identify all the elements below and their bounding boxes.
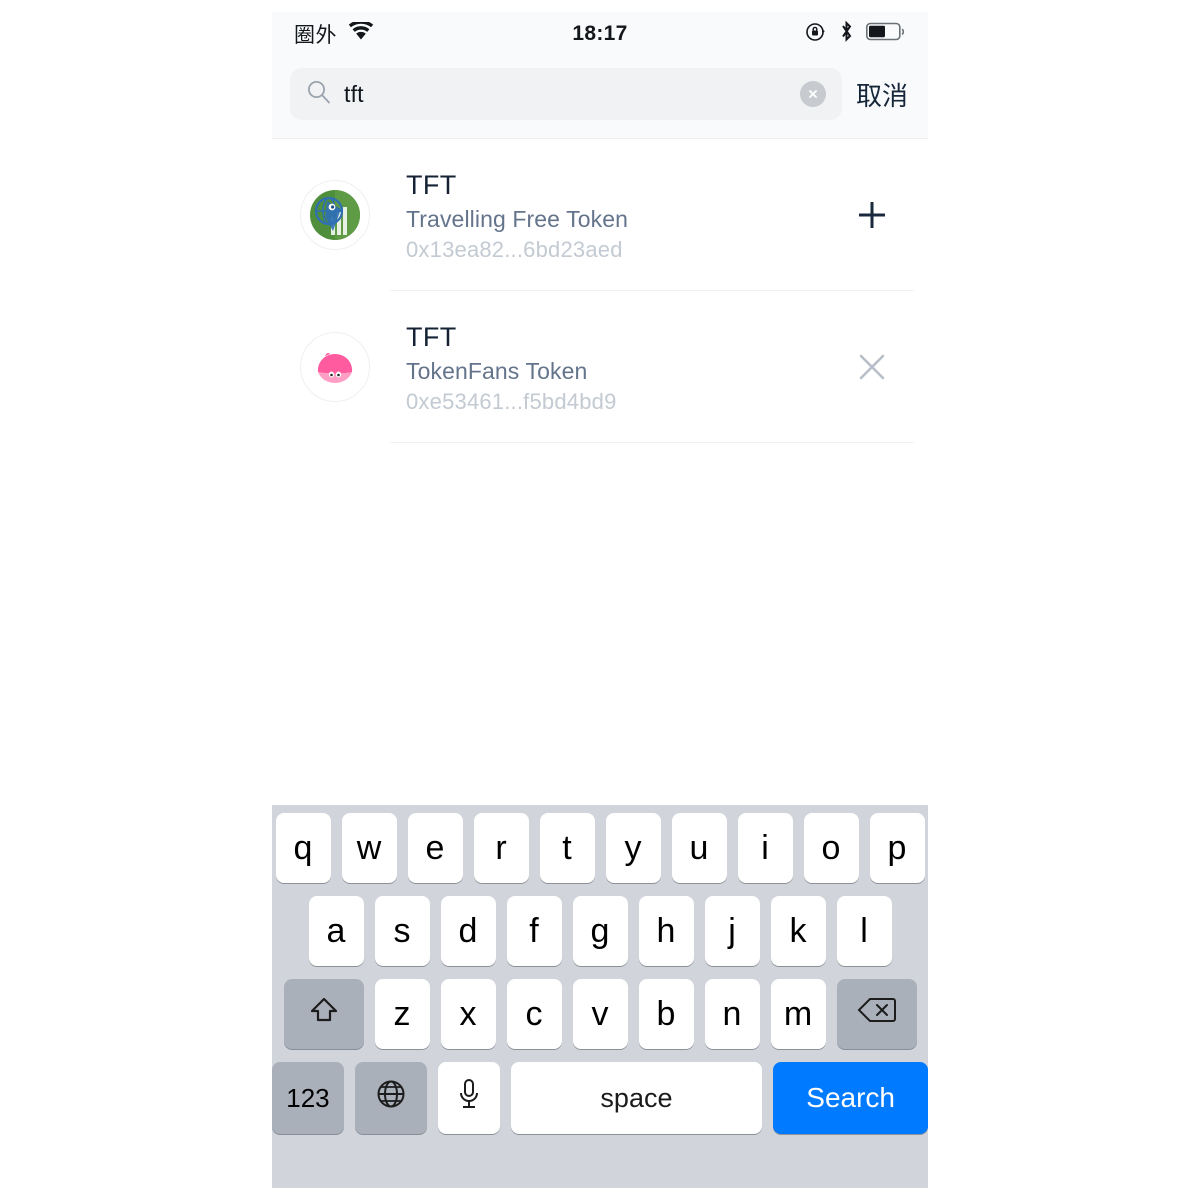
keyboard-row-1: q w e r t y u i o p xyxy=(272,813,928,883)
search-input-value: tft xyxy=(344,80,364,107)
token-name: Travelling Free Token xyxy=(406,205,628,232)
token-symbol: TFT xyxy=(406,170,457,201)
token-symbol: TFT xyxy=(406,322,457,353)
key-s[interactable]: s xyxy=(374,896,430,966)
token-address: 0x13ea82...6bd23aed xyxy=(406,236,623,262)
key-j[interactable]: j xyxy=(704,896,760,966)
table-row[interactable]: TFT TokenFans Token 0xe53461...f5bd4bd9 xyxy=(272,291,928,443)
key-a[interactable]: a xyxy=(308,896,364,966)
search-key[interactable]: Search xyxy=(773,1062,928,1134)
key-v[interactable]: v xyxy=(572,979,628,1049)
battery-icon xyxy=(866,22,906,47)
key-f[interactable]: f xyxy=(506,896,562,966)
backspace-icon xyxy=(857,995,897,1034)
key-u[interactable]: u xyxy=(671,813,727,883)
key-i[interactable]: i xyxy=(737,813,793,883)
key-r[interactable]: r xyxy=(473,813,529,883)
keyboard-row-2: a s d f g h j k l xyxy=(272,896,928,966)
numbers-key[interactable]: 123 xyxy=(272,1062,344,1134)
key-z[interactable]: z xyxy=(374,979,430,1049)
remove-token-button[interactable] xyxy=(842,337,902,397)
search-icon xyxy=(306,79,332,110)
key-t[interactable]: t xyxy=(539,813,595,883)
backspace-key[interactable] xyxy=(836,979,917,1049)
key-y[interactable]: y xyxy=(605,813,661,883)
key-b[interactable]: b xyxy=(638,979,694,1049)
row-divider xyxy=(390,442,914,443)
keyboard-row-3: z x c v b n m xyxy=(272,979,928,1049)
cancel-button[interactable]: 取消 xyxy=(856,76,910,113)
key-q[interactable]: q xyxy=(275,813,331,883)
token-results-list: TFT Travelling Free Token 0x13ea82...6bd… xyxy=(272,139,928,804)
globe-icon xyxy=(374,1077,408,1120)
phone-screen: 圈外 18:17 tft 取消 TFT Travelling Free Toke… xyxy=(272,12,928,1188)
search-input[interactable]: tft xyxy=(290,68,842,120)
token-info: TFT TokenFans Token 0xe53461...f5bd4bd9 xyxy=(406,321,842,413)
on-screen-keyboard: q w e r t y u i o p a s d f g h j k l z … xyxy=(272,805,928,1188)
key-x[interactable]: x xyxy=(440,979,496,1049)
language-key[interactable] xyxy=(354,1062,427,1134)
dictation-key[interactable] xyxy=(437,1062,500,1134)
rotation-lock-icon xyxy=(805,21,827,48)
token-address: 0xe53461...f5bd4bd9 xyxy=(406,388,617,414)
key-k[interactable]: k xyxy=(770,896,826,966)
search-bar: tft 取消 xyxy=(272,56,928,139)
shift-key[interactable] xyxy=(283,979,364,1049)
table-row[interactable]: TFT Travelling Free Token 0x13ea82...6bd… xyxy=(272,139,928,291)
space-key[interactable]: space xyxy=(510,1062,763,1134)
key-d[interactable]: d xyxy=(440,896,496,966)
key-e[interactable]: e xyxy=(407,813,463,883)
key-l[interactable]: l xyxy=(836,896,892,966)
shift-icon xyxy=(307,993,341,1036)
key-c[interactable]: c xyxy=(506,979,562,1049)
status-bar-right xyxy=(805,20,906,48)
key-p[interactable]: p xyxy=(869,813,925,883)
key-g[interactable]: g xyxy=(572,896,628,966)
key-m[interactable]: m xyxy=(770,979,826,1049)
clear-search-button[interactable] xyxy=(799,81,826,107)
token-name: TokenFans Token xyxy=(406,357,588,384)
microphone-icon xyxy=(455,1077,483,1120)
status-bar: 圈外 18:17 xyxy=(272,12,928,56)
token-info: TFT Travelling Free Token 0x13ea82...6bd… xyxy=(406,169,842,261)
key-w[interactable]: w xyxy=(341,813,397,883)
bluetooth-icon xyxy=(839,20,854,48)
key-o[interactable]: o xyxy=(803,813,859,883)
key-h[interactable]: h xyxy=(638,896,694,966)
key-n[interactable]: n xyxy=(704,979,760,1049)
travelling-free-token-logo-icon xyxy=(300,180,370,250)
add-token-button[interactable] xyxy=(842,185,902,245)
tokenfans-token-logo-icon xyxy=(300,332,370,402)
keyboard-row-4: 123 space Search xyxy=(272,1062,928,1134)
